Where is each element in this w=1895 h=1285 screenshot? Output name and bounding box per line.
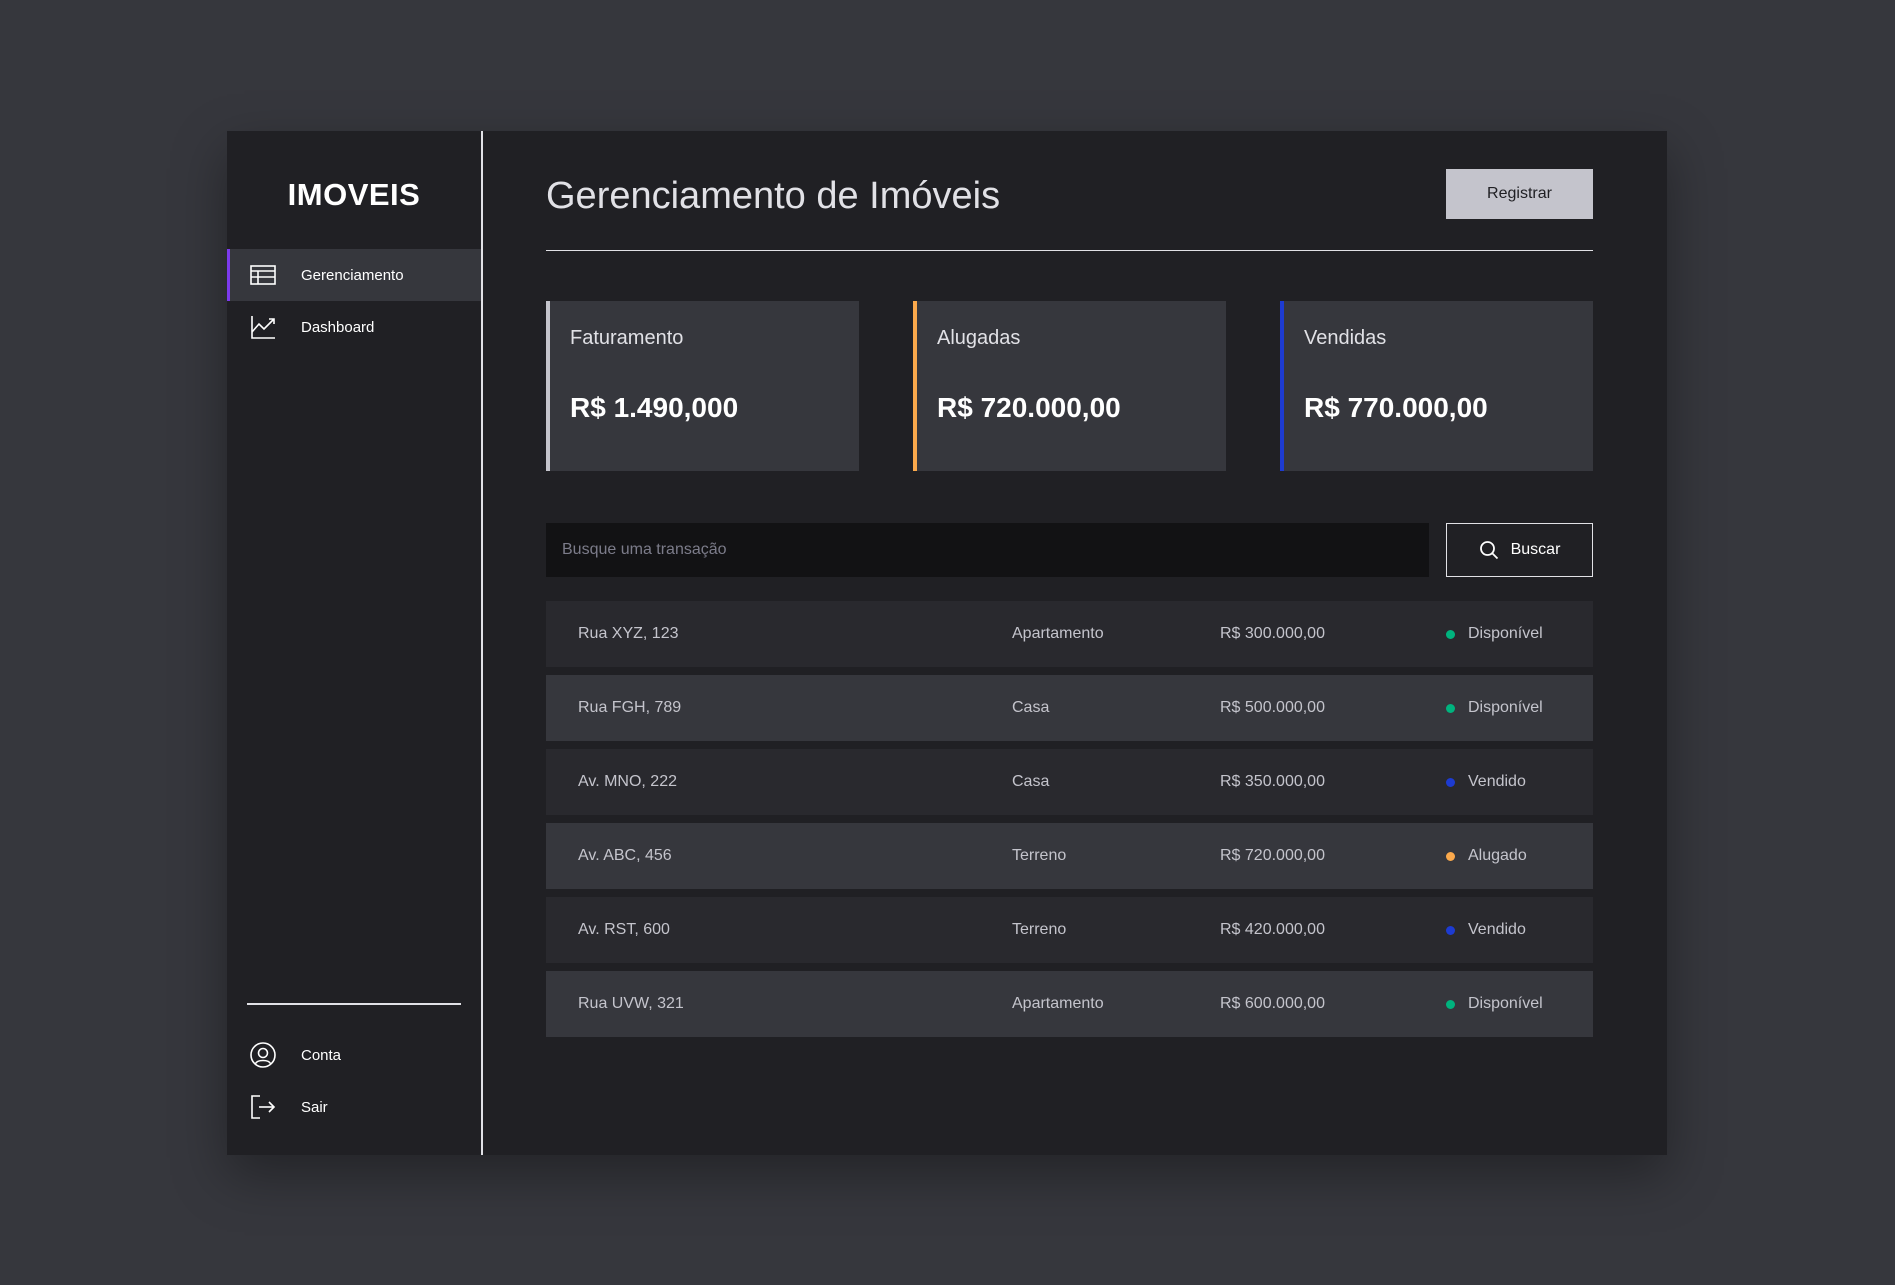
sidebar: IMOVEIS Gerenciamento Dashboard Conta Sa… [227, 131, 483, 1155]
search-button-label: Buscar [1510, 541, 1561, 558]
property-address: Av. ABC, 456 [578, 847, 672, 864]
status-label: Vendido [1468, 921, 1526, 938]
property-price: R$ 300.000,00 [1220, 625, 1325, 642]
property-status: Alugado [1446, 847, 1527, 865]
chart-line-icon [251, 316, 275, 339]
sidebar-item-dashboard[interactable]: Dashboard [227, 301, 481, 353]
property-type: Terreno [1012, 847, 1067, 864]
sidebar-divider [247, 1003, 461, 1005]
status-dot-icon [1446, 703, 1455, 713]
table-icon [250, 265, 276, 285]
status-dot-icon [1446, 851, 1455, 861]
property-price: R$ 420.000,00 [1220, 921, 1325, 938]
card-value: R$ 770.000,00 [1304, 392, 1488, 423]
sidebar-item-sair[interactable]: Sair [227, 1081, 481, 1133]
status-dot-icon [1446, 999, 1455, 1009]
property-type: Casa [1012, 773, 1050, 790]
sidebar-item-label: Dashboard [301, 318, 375, 336]
status-dot-icon [1446, 629, 1455, 639]
main-content: Gerenciamento de Imóveis Registrar Fatur… [483, 131, 1667, 1155]
summary-card-vendidas: Vendidas R$ 770.000,00 [1280, 301, 1593, 471]
user-circle-icon [250, 1042, 276, 1068]
sidebar-item-label: Gerenciamento [301, 266, 404, 284]
card-title: Vendidas [1304, 327, 1387, 349]
status-label: Alugado [1468, 847, 1527, 864]
card-title: Alugadas [937, 327, 1021, 349]
sidebar-item-label: Conta [301, 1046, 342, 1064]
property-status: Vendido [1446, 921, 1526, 939]
property-address: Rua FGH, 789 [578, 699, 682, 716]
search-button[interactable]: Buscar [1446, 523, 1593, 577]
page-title: Gerenciamento de Imóveis [546, 175, 1001, 217]
property-status: Disponível [1446, 625, 1543, 643]
sidebar-item-label: Sair [301, 1098, 328, 1116]
search-icon [1479, 541, 1498, 560]
status-label: Disponível [1468, 625, 1543, 642]
property-status: Disponível [1446, 995, 1543, 1013]
table-row[interactable]: Rua UVW, 321 Apartamento R$ 600.000,00 D… [546, 971, 1593, 1037]
sidebar-item-gerenciamento[interactable]: Gerenciamento [227, 249, 481, 301]
property-type: Terreno [1012, 921, 1067, 938]
sign-out-icon [251, 1095, 276, 1119]
property-price: R$ 600.000,00 [1220, 995, 1325, 1012]
status-dot-icon [1446, 925, 1455, 935]
summary-card-faturamento: Faturamento R$ 1.490,000 [546, 301, 859, 471]
sidebar-item-conta[interactable]: Conta [227, 1029, 481, 1081]
summary-cards: Faturamento R$ 1.490,000 Alugadas R$ 720… [546, 301, 1593, 471]
property-address: Av. MNO, 222 [578, 773, 677, 790]
search-bar: Buscar [546, 523, 1593, 577]
status-label: Disponível [1468, 699, 1543, 716]
card-value: R$ 1.490,000 [570, 392, 739, 423]
status-label: Vendido [1468, 773, 1526, 790]
sidebar-bottom: Conta Sair [227, 1003, 481, 1155]
register-button[interactable]: Registrar [1446, 169, 1593, 219]
property-status: Vendido [1446, 773, 1526, 791]
card-value: R$ 720.000,00 [937, 392, 1121, 423]
property-status: Disponível [1446, 699, 1543, 717]
table-row[interactable]: Av. RST, 600 Terreno R$ 420.000,00 Vendi… [546, 897, 1593, 963]
property-address: Rua XYZ, 123 [578, 625, 679, 642]
status-dot-icon [1446, 777, 1455, 787]
property-table: Rua XYZ, 123 Apartamento R$ 300.000,00 D… [546, 601, 1593, 1037]
property-type: Apartamento [1012, 995, 1104, 1012]
property-price: R$ 350.000,00 [1220, 773, 1325, 790]
search-input[interactable] [546, 523, 1429, 577]
status-label: Disponível [1468, 995, 1543, 1012]
property-price: R$ 720.000,00 [1220, 847, 1325, 864]
table-row[interactable]: Av. MNO, 222 Casa R$ 350.000,00 Vendido [546, 749, 1593, 815]
property-type: Apartamento [1012, 625, 1104, 642]
property-address: Av. RST, 600 [578, 921, 670, 938]
table-row[interactable]: Rua XYZ, 123 Apartamento R$ 300.000,00 D… [546, 601, 1593, 667]
app-logo: IMOVEIS [287, 177, 421, 212]
table-row[interactable]: Av. ABC, 456 Terreno R$ 720.000,00 Aluga… [546, 823, 1593, 889]
property-type: Casa [1012, 699, 1050, 716]
property-price: R$ 500.000,00 [1220, 699, 1325, 716]
property-address: Rua UVW, 321 [578, 995, 684, 1012]
table-row[interactable]: Rua FGH, 789 Casa R$ 500.000,00 Disponív… [546, 675, 1593, 741]
summary-card-alugadas: Alugadas R$ 720.000,00 [913, 301, 1226, 471]
card-title: Faturamento [570, 327, 684, 349]
app-window: IMOVEIS Gerenciamento Dashboard Conta Sa… [227, 131, 1667, 1155]
page-header: Gerenciamento de Imóveis Registrar [546, 169, 1593, 251]
